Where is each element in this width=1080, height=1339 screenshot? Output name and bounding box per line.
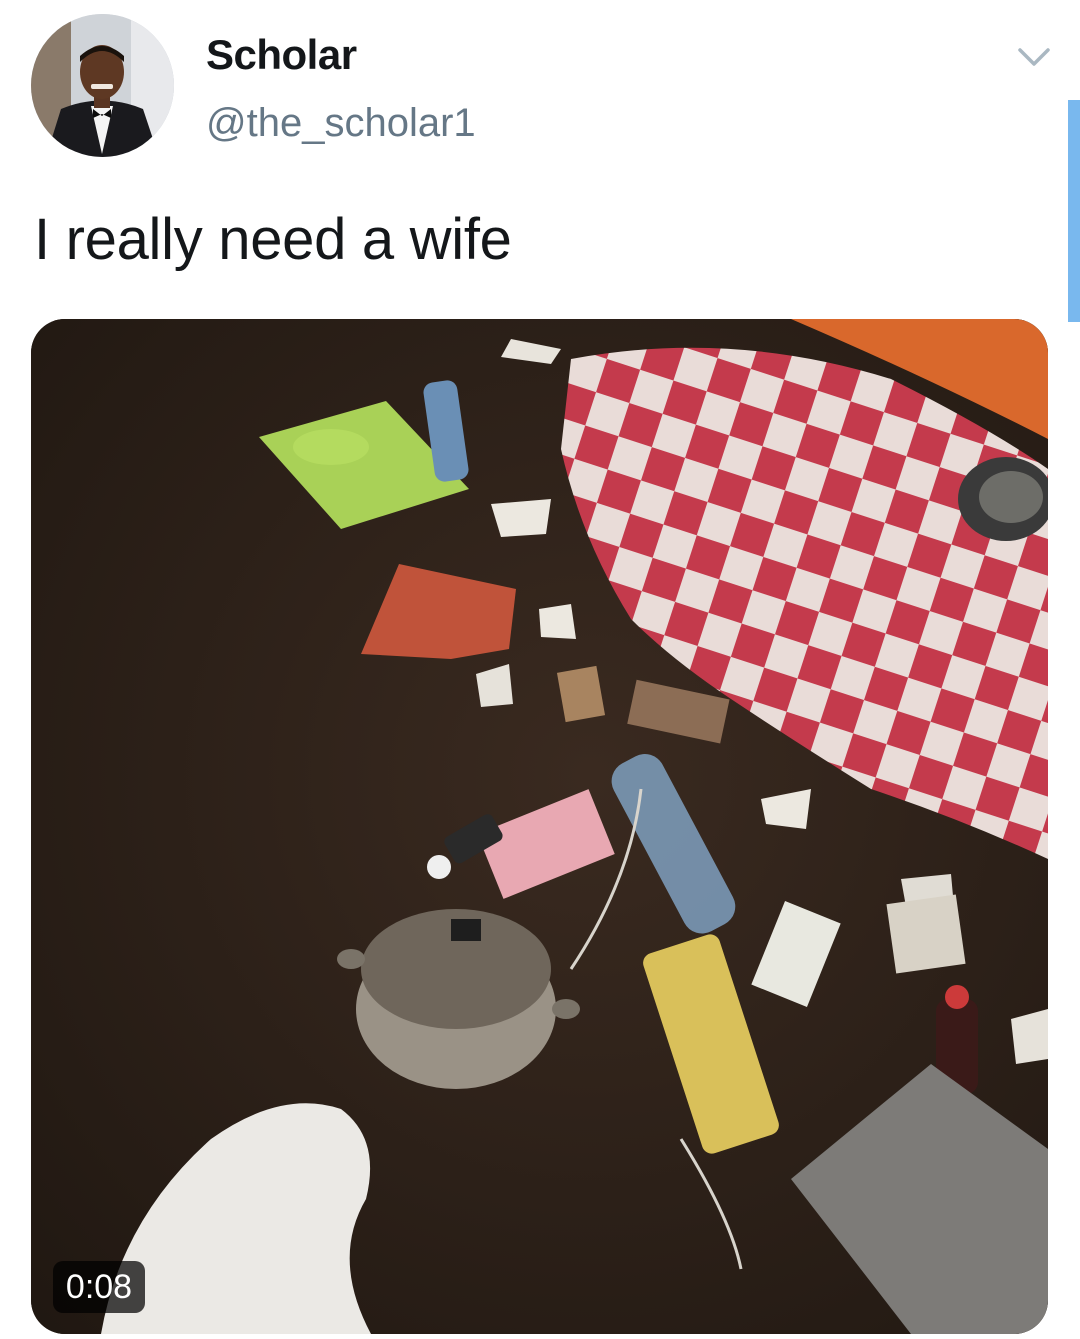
author-handle[interactable]: @the_scholar1 — [206, 99, 476, 147]
tweet-menu-button[interactable] — [1012, 34, 1056, 78]
tweet-text: I really need a wife — [34, 207, 512, 272]
author-avatar[interactable] — [31, 14, 174, 157]
chevron-down-icon — [1018, 48, 1050, 66]
video-duration-badge: 0:08 — [53, 1261, 145, 1313]
scroll-indicator[interactable] — [1068, 100, 1080, 322]
avatar-photo-icon — [31, 14, 174, 157]
tweet-video[interactable] — [31, 319, 1048, 1334]
author-display-name[interactable]: Scholar — [206, 30, 357, 80]
video-thumbnail-icon — [31, 319, 1048, 1334]
